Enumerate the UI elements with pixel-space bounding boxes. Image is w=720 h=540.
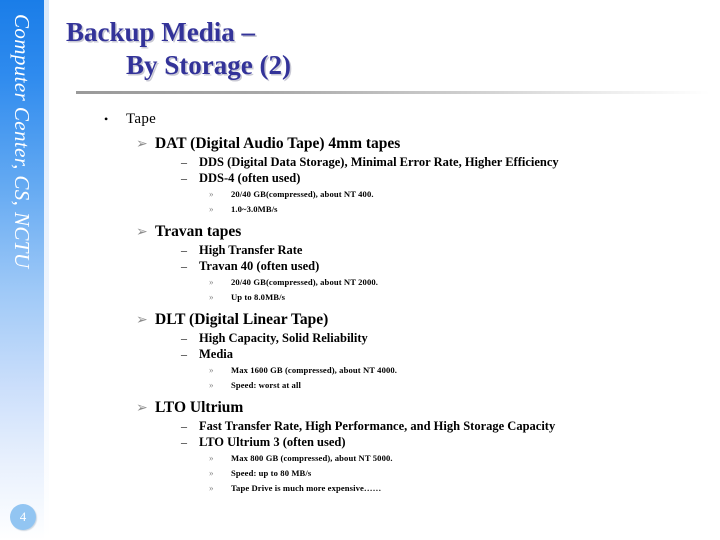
outline-subitem-label: High Transfer Rate <box>199 243 303 257</box>
bullet-marker-level3-icon: – <box>181 155 187 169</box>
bullet-marker-level3-icon: – <box>181 243 187 257</box>
sidebar-edge-highlight <box>44 0 49 540</box>
bullet-marker-level3-icon: – <box>181 259 187 273</box>
outline-note: » Tape Drive is much more expensive…… <box>66 482 716 495</box>
bullet-marker-level2-icon: ➢ <box>136 137 148 152</box>
outline-section-heading-label: Travan tapes <box>155 223 242 240</box>
outline-section-heading: ➢ LTO Ultrium <box>66 398 716 418</box>
title-divider-rule <box>76 91 710 94</box>
outline-note: » Speed: up to 80 MB/s <box>66 467 716 480</box>
outline-note-label: Speed: up to 80 MB/s <box>231 468 312 478</box>
bullet-marker-level4-icon: » <box>209 453 214 463</box>
bullet-marker-level4-icon: » <box>209 483 214 493</box>
bullet-marker-level2-icon: ➢ <box>136 225 148 240</box>
outline-section-heading-label: DLT (Digital Linear Tape) <box>155 311 329 328</box>
outline-subitem: – High Capacity, Solid Reliability <box>66 331 716 346</box>
outline-section-heading: ➢ Travan tapes <box>66 222 716 242</box>
outline-note-label: Speed: worst at all <box>231 380 301 390</box>
outline-note: » Speed: worst at all <box>66 379 716 392</box>
outline-subitem: – Media <box>66 347 716 362</box>
outline-note: » Max 800 GB (compressed), about NT 5000. <box>66 452 716 465</box>
bullet-marker-level3-icon: – <box>181 419 187 433</box>
outline-section-heading-label: DAT (Digital Audio Tape) 4mm tapes <box>155 135 401 152</box>
outline-subitem: – Travan 40 (often used) <box>66 259 716 274</box>
outline-subitem: – High Transfer Rate <box>66 243 716 258</box>
outline-section-heading-label: LTO Ultrium <box>155 399 244 416</box>
outline-subitem: – LTO Ultrium 3 (often used) <box>66 435 716 450</box>
outline-note: » 1.0~3.0MB/s <box>66 203 716 216</box>
outline-subitem-label: DDS (Digital Data Storage), Minimal Erro… <box>199 155 559 169</box>
outline-note-label: 20/40 GB(compressed), about NT 2000. <box>231 277 378 287</box>
bullet-marker-level2-icon: ➢ <box>136 313 148 328</box>
slide-body-content: • Tape ➢ DAT (Digital Audio Tape) 4mm tapes… <box>66 110 716 495</box>
outline-subitem: – DDS (Digital Data Storage), Minimal Err… <box>66 155 716 170</box>
slide-title-line-1: Backup Media – <box>66 17 256 47</box>
bullet-marker-level3-icon: – <box>181 435 187 449</box>
outline-subitem-label: High Capacity, Solid Reliability <box>199 331 368 345</box>
bullet-marker-level4-icon: » <box>209 292 214 302</box>
outline-item-tape-label: Tape <box>126 111 157 127</box>
outline-section: ➢ DAT (Digital Audio Tape) 4mm tapes – DDS … <box>66 134 716 216</box>
outline-note: » 20/40 GB(compressed), about NT 400. <box>66 188 716 201</box>
slide-title: Backup Media – By Storage (2) <box>66 16 716 82</box>
bullet-marker-level4-icon: » <box>209 365 214 375</box>
bullet-marker-level3-icon: – <box>181 347 187 361</box>
outline-note-label: 20/40 GB(compressed), about NT 400. <box>231 189 374 199</box>
outline-note-label: Max 1600 GB (compressed), about NT 4000. <box>231 365 398 375</box>
outline-subitem-label: Media <box>199 347 234 361</box>
bullet-marker-level3-icon: – <box>181 331 187 345</box>
outline-subitem: – DDS-4 (often used) <box>66 171 716 186</box>
bullet-marker-level4-icon: » <box>209 380 214 390</box>
outline-section-heading: ➢ DLT (Digital Linear Tape) <box>66 310 716 330</box>
sidebar-gradient-band <box>0 0 44 540</box>
outline-section-heading: ➢ DAT (Digital Audio Tape) 4mm tapes <box>66 134 716 154</box>
bullet-marker-level4-icon: » <box>209 277 214 287</box>
outline-subitem: – Fast Transfer Rate, High Performance, a… <box>66 419 716 434</box>
bullet-marker-level1-icon: • <box>104 112 109 126</box>
outline-section: ➢ DLT (Digital Linear Tape) – High Capacity… <box>66 310 716 392</box>
bullet-marker-level4-icon: » <box>209 189 214 199</box>
outline-note: » 20/40 GB(compressed), about NT 2000. <box>66 276 716 289</box>
outline-note-label: Max 800 GB (compressed), about NT 5000. <box>231 453 393 463</box>
page-number-badge: 4 <box>10 504 36 530</box>
outline-note-label: Up to 8.0MB/s <box>231 292 286 302</box>
outline-subitem-label: Travan 40 (often used) <box>199 259 320 273</box>
outline-note-label: 1.0~3.0MB/s <box>231 204 278 214</box>
outline-note: » Max 1600 GB (compressed), about NT 4000… <box>66 364 716 377</box>
bullet-marker-level4-icon: » <box>209 204 214 214</box>
outline-section: ➢ LTO Ultrium – Fast Transfer Rate, High Pe… <box>66 398 716 495</box>
outline-note: » Up to 8.0MB/s <box>66 291 716 304</box>
bullet-marker-level3-icon: – <box>181 171 187 185</box>
outline-subitem-label: LTO Ultrium 3 (often used) <box>199 435 346 449</box>
outline-item-tape: • Tape <box>66 110 716 128</box>
outline-section: ➢ Travan tapes – High Transfer Rate – Travan … <box>66 222 716 304</box>
outline-note-label: Tape Drive is much more expensive…… <box>231 483 382 493</box>
bullet-marker-level4-icon: » <box>209 468 214 478</box>
outline-subitem-label: DDS-4 (often used) <box>199 171 301 185</box>
outline-subitem-label: Fast Transfer Rate, High Performance, an… <box>199 419 556 433</box>
slide-title-line-2: By Storage (2) <box>126 50 291 80</box>
bullet-marker-level2-icon: ➢ <box>136 401 148 416</box>
